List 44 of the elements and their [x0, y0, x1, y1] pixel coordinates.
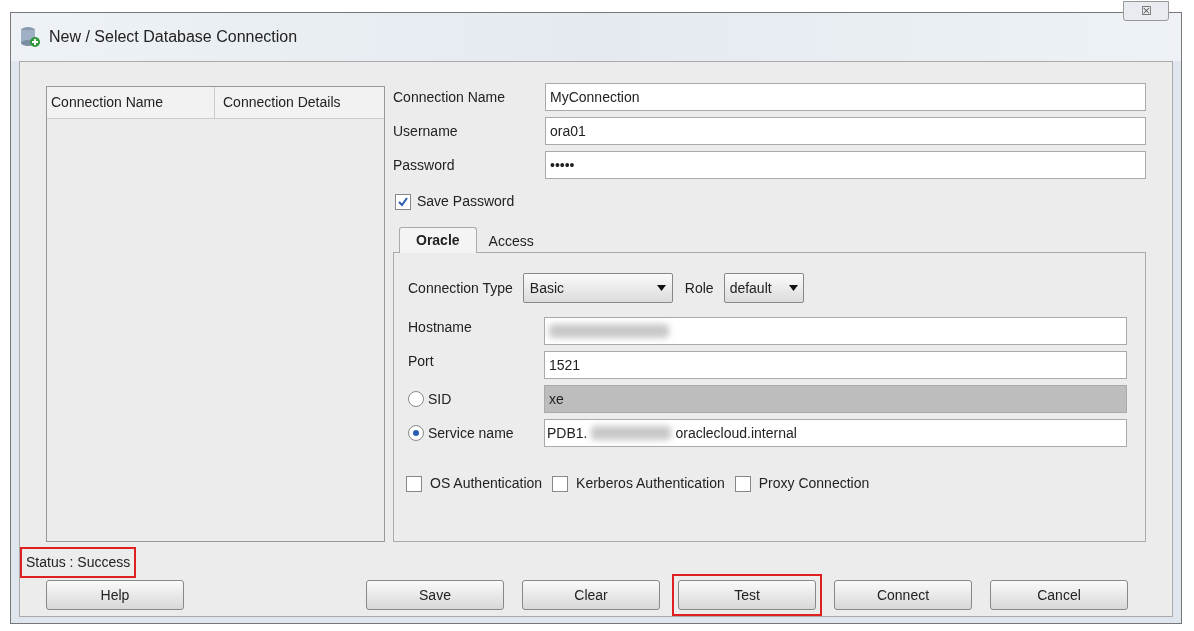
- checkbox[interactable]: [734, 475, 751, 492]
- database-icon: [19, 26, 41, 48]
- window-title: New / Select Database Connection: [49, 27, 298, 47]
- status-text: Status : Success: [22, 548, 135, 576]
- column-header[interactable]: Connection Name: [47, 87, 215, 118]
- field-label: Connection Name: [393, 87, 507, 107]
- dialog-button[interactable]: Connect: [834, 580, 972, 610]
- input-field[interactable]: [544, 317, 1127, 345]
- input-field[interactable]: ora01: [545, 117, 1146, 145]
- dialog-button[interactable]: Test: [678, 580, 816, 610]
- caret-icon: [656, 285, 666, 291]
- radio-label: Service name: [428, 423, 514, 443]
- tab[interactable]: Access: [476, 230, 546, 252]
- checkbox-label: Save Password: [417, 192, 515, 211]
- checkbox-label: OS Authentication: [430, 474, 543, 493]
- checkbox-label: Proxy Connection: [758, 474, 870, 493]
- dialog-button[interactable]: Save: [366, 580, 504, 610]
- input-field: xe: [544, 385, 1127, 413]
- field-label: Hostname: [408, 318, 473, 337]
- checkbox[interactable]: [406, 475, 422, 492]
- dialog-button[interactable]: Cancel: [990, 580, 1128, 610]
- input-field[interactable]: •••••: [545, 151, 1146, 179]
- field-label: Port: [408, 352, 435, 371]
- tab[interactable]: Oracle: [399, 227, 477, 253]
- checkbox[interactable]: [395, 193, 411, 210]
- role-dropdown[interactable]: default: [723, 273, 804, 303]
- field-label: Username: [393, 121, 459, 141]
- field-label: Password: [393, 155, 456, 175]
- field-label: Connection Type: [408, 278, 513, 298]
- column-header[interactable]: Connection Details: [215, 87, 384, 118]
- input-field[interactable]: PDB1. oraclecloud.internal: [544, 419, 1127, 447]
- field-label: Role: [684, 278, 714, 298]
- dialog-button[interactable]: Help: [46, 580, 184, 610]
- radio-button[interactable]: [408, 391, 424, 407]
- radio-button[interactable]: [408, 425, 424, 441]
- input-field[interactable]: MyConnection: [545, 83, 1146, 111]
- caret-icon: [788, 285, 798, 291]
- dialog-button[interactable]: Clear: [522, 580, 660, 610]
- radio-label: SID: [428, 389, 452, 409]
- connection-type-dropdown[interactable]: Basic: [522, 273, 673, 303]
- input-field[interactable]: 1521: [544, 351, 1127, 379]
- close-button[interactable]: ☒: [1123, 1, 1169, 21]
- checkbox-label: Kerberos Authentication: [576, 474, 725, 493]
- checkbox[interactable]: [552, 475, 569, 492]
